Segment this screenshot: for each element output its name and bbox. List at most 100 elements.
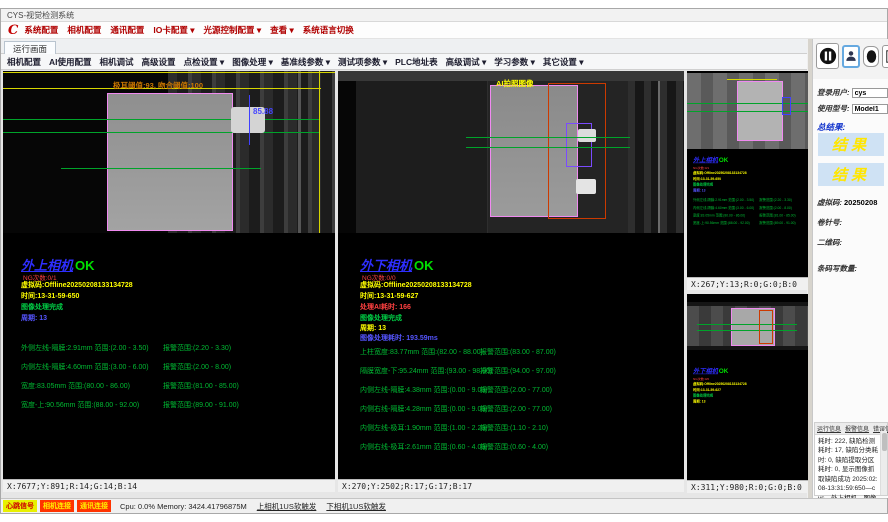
count-label: 条码写数量: bbox=[817, 263, 857, 274]
measurement-rows: 上柱宽度:83.77mm 范围:(82.00 - 88.00) 报警范围:(83… bbox=[338, 343, 684, 457]
lower-camera-trigger-link[interactable]: 下相机1US软触发 bbox=[326, 501, 386, 512]
alarm-range: 报警范围:(2.20 - 3.30) bbox=[163, 343, 231, 353]
measurement-row: 外侧左线-隔膜:2.91mm 范围:(2.00 - 3.50) 报警范围:(2.… bbox=[3, 339, 335, 358]
toolbar-button[interactable]: PLC地址表 bbox=[395, 56, 438, 68]
alarm-range: 报警范围:(2.00 - 77.00) bbox=[480, 404, 552, 414]
thumbnail-coordinate-bar: X:267;Y:13;R:0;G:0;B:0 bbox=[687, 277, 808, 290]
toolbar-button[interactable]: 高级设置 bbox=[142, 56, 176, 68]
measurement-row: 隔膜宽度-下:95.24mm 范围:(93.00 - 98.00) 报警范围:(… bbox=[338, 362, 684, 381]
measurement-row: 内侧右线-隔膜:4.28mm 范围:(0.00 - 9.00) 报警范围:(2.… bbox=[338, 400, 684, 419]
exit-door-icon bbox=[885, 49, 888, 64]
cycle-line: 周期: 13 bbox=[360, 323, 386, 333]
app-window: CYS-视觉检测系统 C 系统配置相机配置通讯配置IO卡配置 ▾光源控制配置 ▾… bbox=[0, 8, 888, 514]
log-area: 运行信息报警信息错误信息 耗时: 222, 缺陷检测耗时: 17, 缺陷分类耗时… bbox=[814, 422, 888, 496]
cell-bounding-box bbox=[107, 93, 233, 231]
barcode-line: 虚拟码:Offline20250208133134728 bbox=[360, 280, 472, 290]
bright-feature-1 bbox=[578, 129, 596, 142]
measurement-row: 宽度-上:90.56mm 范围:(88.00 - 92.00) 报警范围:(89… bbox=[3, 396, 335, 415]
menu-item[interactable]: 相机配置 bbox=[67, 24, 101, 36]
toolbar-button[interactable]: 相机配置 bbox=[7, 56, 41, 68]
measurement-line bbox=[249, 95, 250, 145]
overlay-yellow-line-top bbox=[3, 72, 335, 73]
toolbar-button[interactable]: 高级调试 ▾ bbox=[446, 56, 487, 68]
camera-image-lower-outer[interactable]: AI拍照图像 bbox=[338, 71, 684, 233]
model-row: 使用型号: bbox=[817, 103, 888, 114]
login-user-button[interactable] bbox=[842, 45, 860, 68]
bright-feature-2 bbox=[576, 179, 596, 194]
camera-panel-lower-outer: AI拍照图像 外下相机OK NG次数:0/0 虚拟码:Offline202502… bbox=[338, 71, 684, 492]
measurement-value: 隔膜宽度-下:95.24mm 范围:(93.00 - 98.00) bbox=[360, 366, 492, 376]
profile-button[interactable] bbox=[863, 46, 879, 67]
toolbar-items: 相机配置 AI使用配置相机调试高级设置点检设置 ▾ 图像处理 ▾ 基准线参数 ▾ 测试项… bbox=[7, 56, 592, 68]
toolbar-button[interactable]: 测试项参数 ▾ bbox=[338, 56, 387, 68]
menu-item[interactable]: 查看 ▾ bbox=[270, 24, 294, 36]
pause-button[interactable] bbox=[816, 43, 839, 69]
alarm-range: 报警范围:(94.00 - 97.00) bbox=[480, 366, 556, 376]
result-ok-badge: OK bbox=[414, 258, 434, 273]
toolbar-button[interactable]: AI使用配置 bbox=[49, 56, 92, 68]
menu-items: 系统配置相机配置通讯配置 IO卡配置 ▾ 光源控制配置 ▾ 查看 ▾ 系统语言切换 bbox=[24, 24, 362, 36]
measurement-value: 内侧左线-隔膜:4.38mm 范围:(0.00 - 9.00) bbox=[360, 385, 488, 395]
barcode-value: 20250208 bbox=[844, 198, 877, 207]
alarm-range: 报警范围:(2.00 - 8.00) bbox=[163, 362, 231, 372]
baseline-green-1 bbox=[466, 137, 630, 138]
ai-overlay-label: AI拍照图像 bbox=[496, 78, 534, 89]
control-panel: 登录用户: 使用型号: 总结果: 结果 结果 虚拟码:20250208 卷针号:… bbox=[812, 39, 888, 498]
alarm-range: 报警范围:(2.00 - 77.00) bbox=[480, 385, 552, 395]
tab-strip: 运行画面 bbox=[1, 39, 807, 54]
toolbar-button[interactable]: 图像处理 ▾ bbox=[232, 56, 273, 68]
measurement-value: 内侧右线-极耳:2.61mm 范围:(0.60 - 4.00) bbox=[360, 442, 488, 452]
menu-item[interactable]: 系统配置 bbox=[24, 24, 58, 36]
measurement-value: 内侧左线-隔膜:4.60mm 范围:(3.00 - 6.00) bbox=[21, 362, 149, 372]
toolbar-button[interactable]: 学习参数 ▾ bbox=[494, 56, 535, 68]
baseline-green-1 bbox=[3, 119, 319, 120]
thumbnail-result-text: 外下相机OK NG次数:0/0 虚拟码:Offline2025020813313… bbox=[693, 366, 813, 404]
thumbnail-result-text: 外上相机OK NG次数:0/1 虚拟码:Offline2025020813313… bbox=[693, 155, 813, 227]
log-scrollbar-thumb[interactable] bbox=[882, 433, 887, 451]
upper-camera-trigger-link[interactable]: 上相机1US软触发 bbox=[257, 501, 317, 512]
time-line: 时间:13-31-59-627 bbox=[360, 291, 418, 301]
status-bar: 心跳信号相机连接通讯连接 Cpu: 0.0% Memory: 3424.4179… bbox=[1, 498, 887, 513]
measurement-value: 宽度-上:90.56mm 范围:(88.00 - 92.00) bbox=[21, 400, 139, 410]
time-line: 时间:13-31-59-650 bbox=[21, 291, 79, 301]
measurement-value: 内侧左线-极耳:1.90mm 范围:(1.00 - 2.20) bbox=[360, 423, 488, 433]
measurement-row: 宽度:83.05mm 范围:(80.00 - 86.00) 报警范围:(81.0… bbox=[3, 377, 335, 396]
result-ok-badge: OK bbox=[75, 258, 95, 273]
process-done-line: 图像处理完成 bbox=[360, 313, 402, 323]
menu-item[interactable]: 系统语言切换 bbox=[303, 24, 354, 36]
log-tab[interactable]: 报警信息 bbox=[845, 424, 869, 433]
camera-panel-upper-outer: 85.88 极耳阈值:93, 吻合阈值:100 外上相机OK NG次数:0/1 … bbox=[3, 71, 335, 492]
threshold-overlay-label: 极耳阈值:93, 吻合阈值:100 bbox=[113, 80, 203, 91]
log-tab[interactable]: 运行信息 bbox=[817, 424, 841, 433]
machinery-slab-left bbox=[356, 81, 488, 233]
menu-item[interactable]: 通讯配置 bbox=[110, 24, 144, 36]
alarm-range: 报警范围:(81.00 - 85.00) bbox=[163, 381, 239, 391]
status-badge: 通讯连接 bbox=[77, 500, 111, 512]
process-done-line: 图像处理完成 bbox=[21, 302, 63, 312]
tab-run-screen[interactable]: 运行画面 bbox=[4, 41, 56, 54]
login-user-input[interactable] bbox=[852, 88, 888, 98]
log-scrollbar[interactable] bbox=[880, 431, 887, 495]
menu-item[interactable]: 光源控制配置 ▾ bbox=[204, 24, 262, 36]
exit-button[interactable] bbox=[882, 45, 888, 68]
alarm-range: 报警范围:(1.10 - 2.10) bbox=[480, 423, 548, 433]
thumbnail-image-bottom[interactable] bbox=[687, 302, 808, 350]
total-result-label: 总结果: bbox=[817, 121, 845, 133]
camera-image-upper-outer[interactable]: 85.88 极耳阈值:93, 吻合阈值:100 bbox=[3, 71, 335, 233]
thumbnail-image-top[interactable] bbox=[687, 73, 808, 149]
overlay-yellow-line bbox=[727, 79, 777, 80]
measurement-value: 上柱宽度:83.77mm 范围:(82.00 - 88.00) bbox=[360, 347, 483, 357]
overlay-yellow-vline bbox=[319, 71, 320, 233]
menu-item[interactable]: IO卡配置 ▾ bbox=[153, 24, 194, 36]
status-badge: 心跳信号 bbox=[3, 500, 37, 512]
toolbar-button[interactable]: 相机调试 bbox=[100, 56, 134, 68]
log-tabs: 运行信息报警信息错误信息 bbox=[815, 423, 887, 435]
model-input[interactable] bbox=[852, 104, 888, 114]
toolbar-button[interactable]: 基准线参数 ▾ bbox=[281, 56, 330, 68]
toolbar-button[interactable]: 点检设置 ▾ bbox=[184, 56, 225, 68]
barcode-row: 虚拟码:20250208 bbox=[817, 197, 877, 208]
toolbar-button[interactable]: 其它设置 ▾ bbox=[543, 56, 584, 68]
thumbnail-panel-top: 外上相机OK NG次数:0/1 虚拟码:Offline2025020813313… bbox=[687, 71, 808, 290]
model-label: 使用型号: bbox=[817, 104, 850, 113]
main-area: 85.88 极耳阈值:93, 吻合阈值:100 外上相机OK NG次数:0/1 … bbox=[1, 70, 807, 498]
